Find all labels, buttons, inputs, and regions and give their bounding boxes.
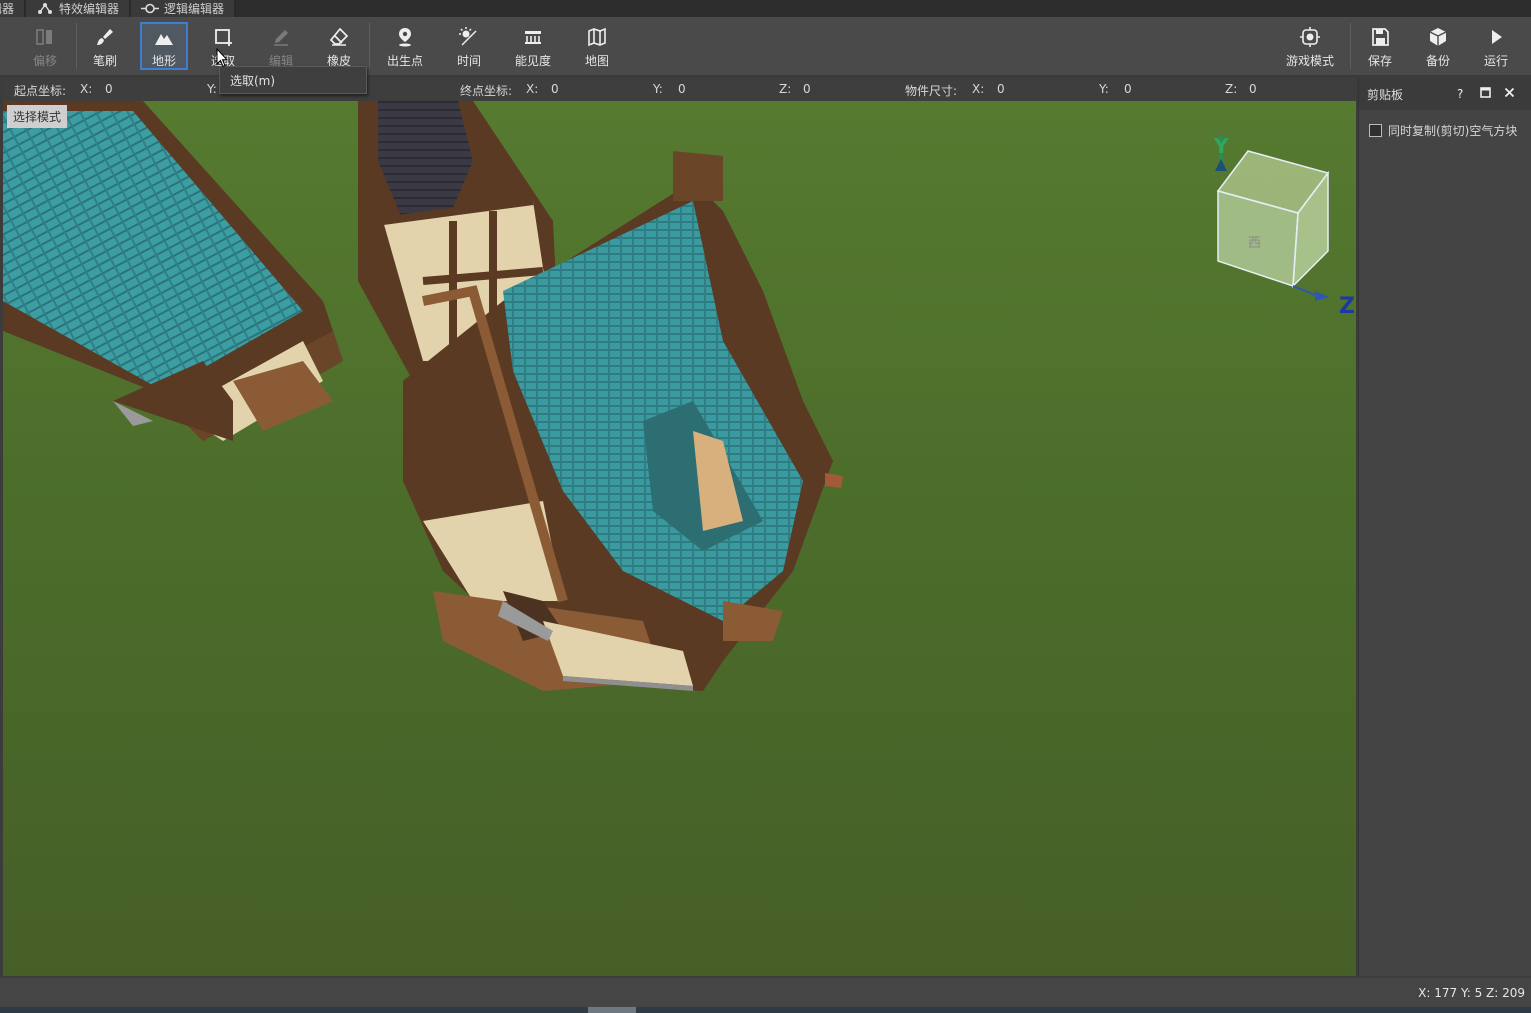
end-x-label: X: — [526, 82, 539, 96]
map-icon — [586, 26, 608, 48]
cursor-coordinates: X: 177 Y: 5 Z: 209 — [1418, 986, 1525, 1000]
close-button[interactable] — [1504, 87, 1515, 101]
copy-air-label: 同时复制(剪切)空气方块 — [1388, 124, 1518, 138]
clipboard-panel: 剪贴板 ? 同时复制(剪切)空气方块 — [1358, 78, 1531, 976]
end-x-value: 0 — [551, 82, 559, 96]
visibility-button[interactable]: 能见度 — [509, 22, 557, 70]
time-button[interactable]: 时间 — [445, 22, 493, 70]
size-label: 物件尺寸: — [905, 84, 958, 98]
cube-icon — [1427, 26, 1449, 48]
tab-label: 逻辑编辑器 — [164, 2, 225, 16]
brush-button[interactable]: 笔刷 — [81, 22, 129, 70]
mouse-cursor-icon — [216, 48, 229, 68]
tool-label: 运行 — [1483, 54, 1508, 68]
eraser-button[interactable]: 橡皮 — [315, 22, 363, 70]
run-button[interactable]: 运行 — [1472, 22, 1520, 70]
mountain-icon — [153, 28, 175, 48]
maximize-icon — [1480, 87, 1491, 98]
start-coord-label: 起点坐标: — [14, 84, 67, 98]
select-tooltip: 选取(m) — [219, 66, 367, 94]
tool-label: 地图 — [584, 54, 609, 68]
cube-face-label: 西 — [1248, 236, 1261, 251]
map-button[interactable]: 地图 — [573, 22, 621, 70]
start-x-value: 0 — [105, 82, 113, 96]
status-bar: X: 177 Y: 5 Z: 209 — [0, 978, 1531, 1007]
horizontal-scrollbar[interactable] — [0, 1007, 1531, 1013]
size-y-label: Y: — [1099, 82, 1109, 96]
toolbar-divider — [369, 23, 370, 69]
offset-button[interactable]: 偏移 — [21, 22, 69, 70]
size-z-value: 0 — [1249, 82, 1257, 96]
start-y-label: Y: — [207, 82, 217, 96]
particles-icon — [38, 3, 53, 14]
end-z-value: 0 — [803, 82, 811, 96]
game-mode-button[interactable]: 游戏模式 — [1286, 22, 1334, 70]
tab-label: 辑器 — [0, 2, 15, 16]
select-rect-icon — [212, 26, 234, 48]
tab-effects-editor[interactable]: 特效编辑器 — [26, 0, 132, 17]
eraser-icon — [328, 26, 350, 48]
tab-logic-editor[interactable]: 逻辑编辑器 — [131, 0, 237, 17]
copy-air-checkbox-row[interactable]: 同时复制(剪切)空气方块 — [1369, 122, 1517, 139]
close-icon — [1504, 87, 1515, 98]
end-y-value: 0 — [678, 82, 686, 96]
location-pin-icon — [394, 26, 416, 48]
help-button[interactable]: ? — [1457, 87, 1463, 101]
tool-label: 地形 — [151, 54, 176, 68]
offset-icon — [34, 26, 56, 48]
axis-y-label: Y — [1213, 134, 1229, 158]
size-x-value: 0 — [997, 82, 1005, 96]
edit-button[interactable]: 编辑 — [257, 22, 305, 70]
scene-render: Y Z 西 — [3, 101, 1356, 976]
floppy-icon — [1369, 26, 1391, 48]
tooltip-text: 选取(m) — [230, 73, 276, 88]
tool-label: 能见度 — [514, 54, 551, 68]
tab-block-editor[interactable]: 辑器 — [0, 0, 27, 17]
terrain-button[interactable]: 地形 — [140, 22, 188, 70]
toolbar-divider — [76, 23, 77, 69]
tool-label: 出生点 — [386, 54, 423, 68]
coordinate-bar: 起点坐标: X: 0 Y: 终点坐标: X: 0 Y: 0 Z: 0 物件尺寸:… — [3, 78, 1356, 101]
end-coord-label: 终点坐标: — [460, 84, 513, 98]
tool-label: 时间 — [456, 54, 481, 68]
pencil-icon — [270, 26, 292, 48]
logic-node-icon — [141, 3, 160, 14]
editor-tab-bar: 辑器 特效编辑器 逻辑编辑器 — [0, 0, 1531, 17]
visibility-icon — [522, 26, 544, 48]
axis-z-label: Z — [1339, 294, 1355, 319]
copy-air-checkbox[interactable] — [1369, 124, 1382, 137]
spawn-point-button[interactable]: 出生点 — [381, 22, 429, 70]
panel-title: 剪贴板 — [1367, 87, 1404, 102]
scrollbar-thumb[interactable] — [588, 1007, 636, 1013]
tool-label: 备份 — [1425, 54, 1450, 68]
selection-mode-badge: 选择模式 — [7, 105, 68, 128]
tab-label: 特效编辑器 — [59, 2, 120, 16]
save-button[interactable]: 保存 — [1356, 22, 1404, 70]
size-z-label: Z: — [1225, 82, 1238, 96]
end-z-label: Z: — [779, 82, 792, 96]
panel-header: 剪贴板 ? — [1359, 78, 1531, 110]
size-x-label: X: — [972, 82, 985, 96]
3d-viewport[interactable]: Y Z 西 — [3, 101, 1356, 976]
size-y-value: 0 — [1124, 82, 1132, 96]
backup-button[interactable]: 备份 — [1414, 22, 1462, 70]
tool-label: 偏移 — [32, 54, 57, 68]
maximize-button[interactable] — [1480, 87, 1491, 101]
brush-icon — [94, 26, 116, 48]
tool-label: 笔刷 — [92, 54, 117, 68]
end-y-label: Y: — [653, 82, 663, 96]
tool-label: 保存 — [1367, 54, 1392, 68]
toolbar-divider — [1350, 23, 1351, 69]
tool-label: 游戏模式 — [1286, 54, 1335, 68]
sun-moon-icon — [458, 26, 480, 48]
start-x-label: X: — [80, 82, 93, 96]
gamepad-icon — [1299, 26, 1321, 48]
play-icon — [1485, 26, 1507, 48]
